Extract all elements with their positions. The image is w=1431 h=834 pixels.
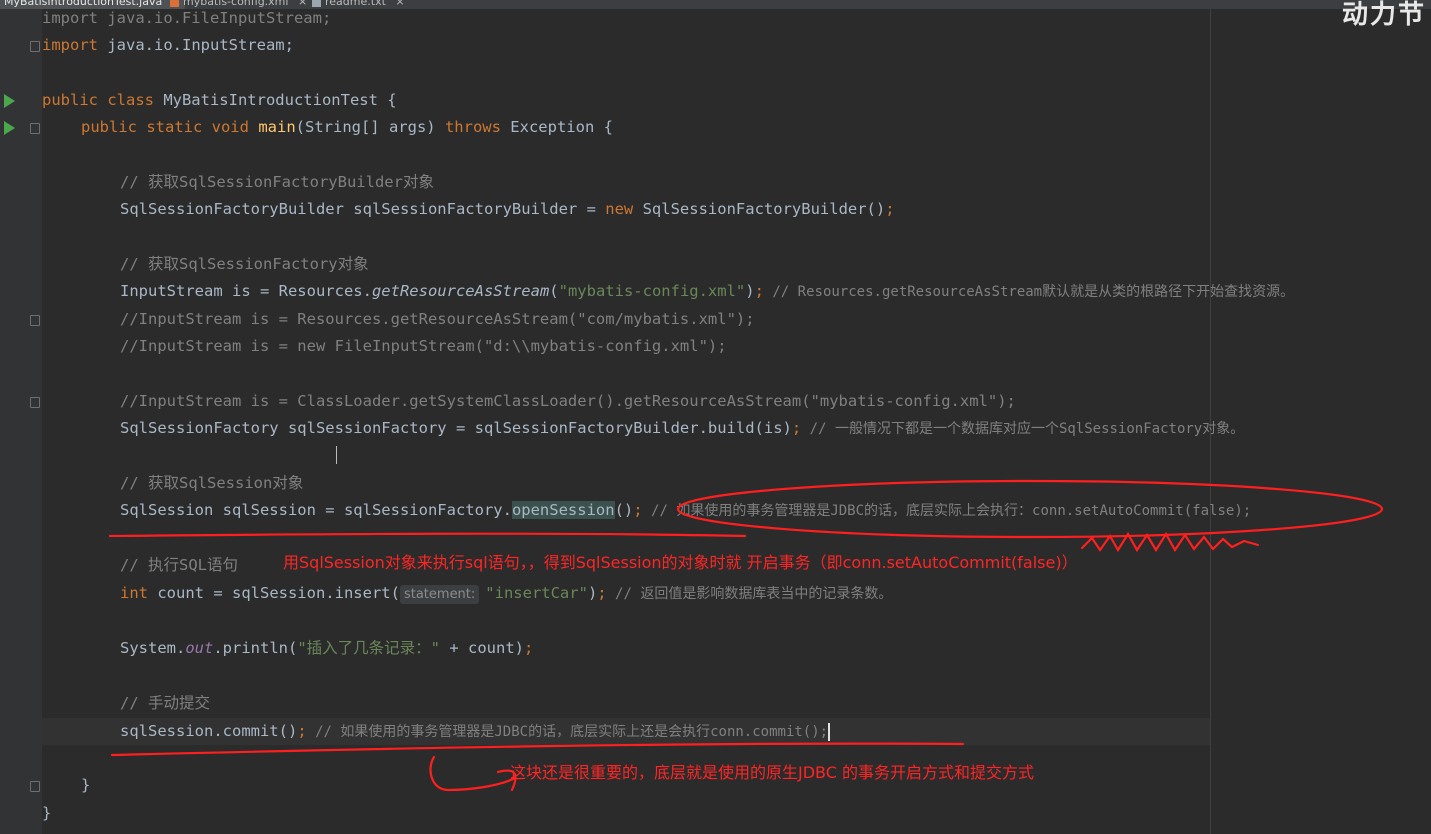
run-main-icon[interactable] bbox=[4, 121, 15, 135]
annotation-underline bbox=[110, 742, 965, 757]
close-icon[interactable]: × bbox=[395, 0, 404, 8]
annotation-note-2: 这块还是很重要的，底层就是使用的原生JDBC 的事务开启方式和提交方式 bbox=[510, 763, 1034, 782]
code-line: SqlSessionFactory sqlSessionFactory = sq… bbox=[120, 419, 1245, 437]
run-class-icon[interactable] bbox=[4, 94, 15, 108]
watermark-logo: 动力节 bbox=[1342, 0, 1427, 30]
code-line: int count = sqlSession.insert(statement:… bbox=[120, 584, 893, 604]
annotation-arrow bbox=[429, 755, 517, 792]
code-comment: // 获取SqlSession对象 bbox=[120, 474, 304, 492]
code-comment: // 获取SqlSessionFactoryBuilder对象 bbox=[120, 173, 434, 191]
code-line: SqlSessionFactoryBuilder sqlSessionFacto… bbox=[120, 200, 895, 218]
code-comment: // 执行SQL语句 bbox=[120, 556, 238, 574]
code-comment: //InputStream is = new FileInputStream("… bbox=[120, 337, 727, 355]
fold-icon[interactable] bbox=[30, 123, 40, 134]
code-line: System.out.println("插入了几条记录：" + count); bbox=[120, 639, 534, 657]
annotation-note-1: 用SqlSession对象来执行sql语句，，得到SqlSession的对象时就… bbox=[283, 553, 1078, 572]
code-line: SqlSession sqlSession = sqlSessionFactor… bbox=[120, 501, 1252, 519]
code-line: public class MyBatisIntroductionTest { bbox=[42, 91, 397, 109]
code-line: } bbox=[42, 804, 52, 822]
fold-icon[interactable] bbox=[30, 315, 40, 326]
fold-icon[interactable] bbox=[30, 781, 40, 792]
mouse-text-cursor bbox=[336, 446, 345, 464]
fold-icon[interactable] bbox=[30, 397, 40, 408]
text-caret bbox=[828, 722, 831, 741]
annotation-squiggle bbox=[1080, 531, 1260, 553]
code-line: import java.io.FileInputStream; bbox=[42, 9, 332, 27]
code-comment: // 获取SqlSessionFactory对象 bbox=[120, 255, 369, 273]
code-line: InputStream is = Resources.getResourceAs… bbox=[120, 282, 1295, 300]
parameter-hint: statement: bbox=[399, 585, 480, 604]
fold-icon[interactable] bbox=[30, 41, 40, 52]
code-line: } bbox=[81, 776, 91, 794]
code-comment: //InputStream is = Resources.getResource… bbox=[120, 310, 755, 328]
code-line: sqlSession.commit(); // 如果使用的事务管理器是JDBC的… bbox=[120, 722, 831, 741]
code-comment: //InputStream is = ClassLoader.getSystem… bbox=[120, 392, 1016, 410]
code-line: import java.io.InputStream; bbox=[42, 36, 294, 54]
code-comment: // 手动提交 bbox=[120, 694, 210, 712]
annotation-underline bbox=[108, 532, 747, 538]
code-line: public static void main(String[] args) t… bbox=[81, 118, 613, 136]
